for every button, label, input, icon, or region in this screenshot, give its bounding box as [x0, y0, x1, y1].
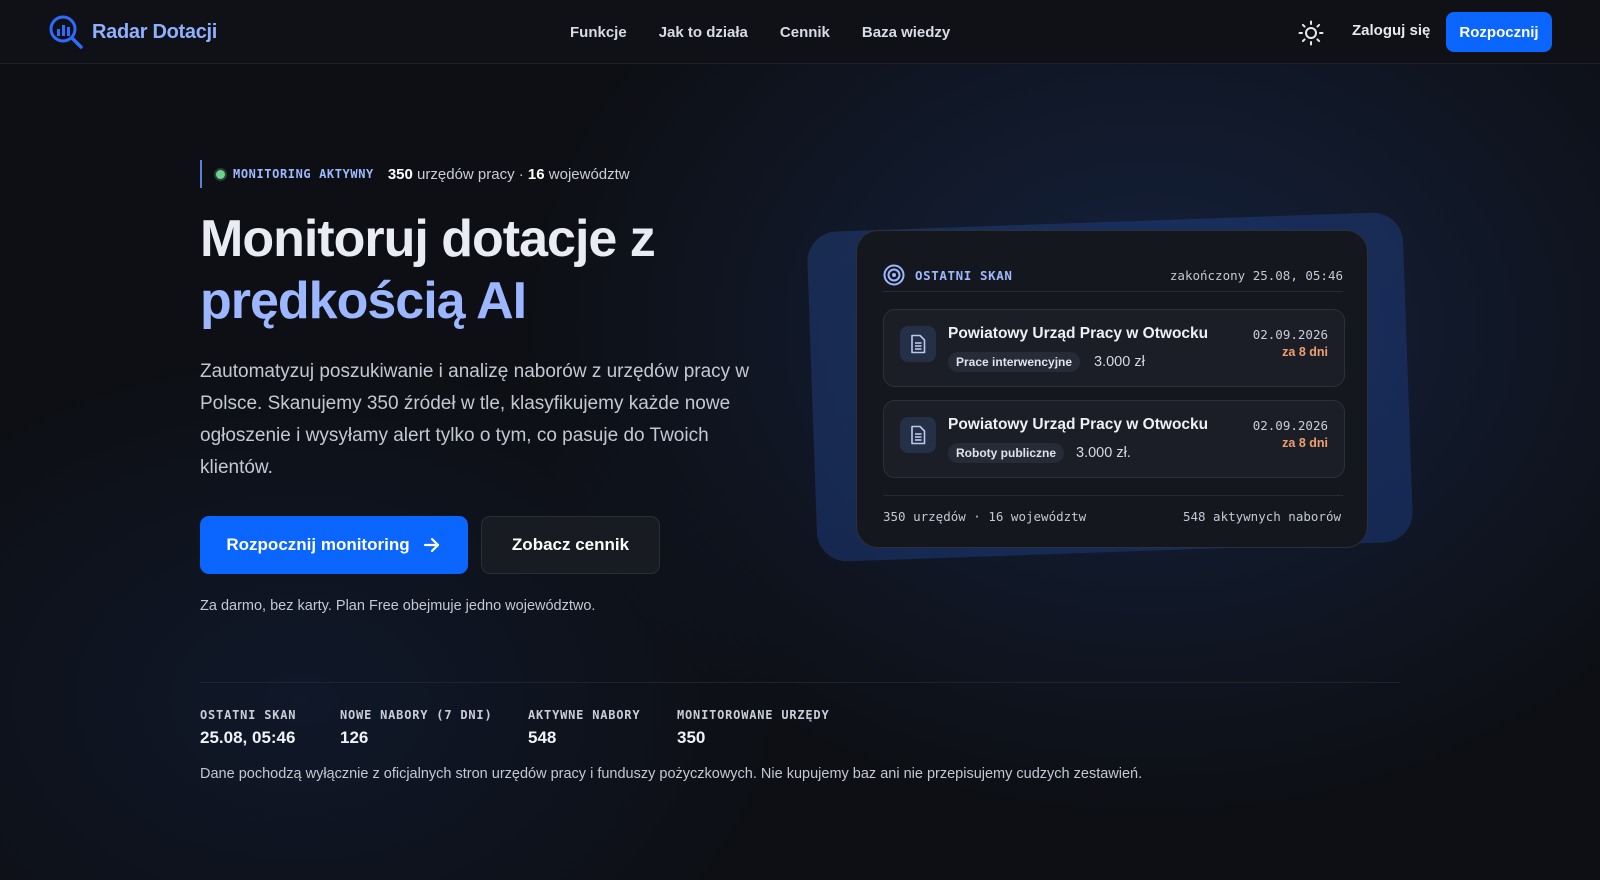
start-monitoring-button[interactable]: Rozpocznij monitoring [200, 516, 468, 574]
nav-link-baza-wiedzy[interactable]: Baza wiedzy [862, 24, 950, 41]
sun-icon[interactable] [1298, 20, 1324, 46]
document-icon [900, 417, 936, 453]
view-pricing-button[interactable]: Zobacz cennik [481, 516, 660, 574]
status-dot [216, 169, 225, 179]
stat-value: 25.08, 05:46 [200, 728, 296, 747]
nav-start-button[interactable]: Rozpocznij [1446, 12, 1552, 52]
deadline-date: 02.09.2026 [1252, 327, 1328, 342]
list-item[interactable]: Powiatowy Urząd Pracy w Otwocku Roboty p… [883, 400, 1345, 478]
active-calls-count: 548 aktywnych naborów [1182, 509, 1341, 524]
scan-completed-time: zakończony 25.08, 05:46 [1169, 267, 1343, 283]
stat-new-calls: NOWE NABORY (7 DNI) 126 [340, 708, 492, 748]
offices-text: urzędów pracy · [412, 165, 528, 183]
grant-amount: 3.000 zł. [1076, 445, 1131, 461]
main-menu: Funkcje Jak to działa Cennik Baza wiedzy [570, 0, 950, 64]
deadline-date: 02.09.2026 [1252, 418, 1328, 433]
program-tag: Prace interwencyjne [948, 352, 1081, 372]
coverage-summary: 350 urzędów · 16 województw [883, 509, 1087, 524]
office-name: Powiatowy Urząd Pracy w Otwocku [948, 325, 1209, 342]
program-tag: Roboty publiczne [948, 443, 1064, 463]
data-source-disclaimer: Dane pochodzą wyłącznie z oficjalnych st… [200, 766, 1143, 782]
grant-amount: 3.000 zł [1094, 354, 1145, 370]
stat-active-calls: AKTYWNE NABORY 548 [528, 708, 640, 748]
arrow-right-icon [423, 537, 439, 553]
stat-value: 350 [677, 728, 706, 747]
offices-count: 350 [387, 165, 413, 183]
stat-last-scan: OSTATNI SKAN 25.08, 05:46 [200, 708, 296, 748]
stat-monitored-offices: MONITOROWANE URZĘDY 350 [677, 708, 829, 748]
card-header: OSTATNI SKAN zakończony 25.08, 05:46 [883, 257, 1343, 293]
top-navbar: Radar Dotacji Funkcje Jak to działa Cenn… [0, 0, 1600, 64]
target-icon [883, 264, 905, 286]
divider [883, 291, 1343, 292]
office-name: Powiatowy Urząd Pracy w Otwocku [948, 416, 1209, 433]
days-remaining: za 8 dni [1282, 345, 1328, 359]
nav-link-funkcje[interactable]: Funkcje [570, 24, 627, 41]
days-remaining: za 8 dni [1282, 436, 1328, 450]
brand-name: Radar Dotacji [92, 20, 218, 43]
regions-count: 16 [527, 165, 545, 183]
start-monitoring-label: Rozpocznij monitoring [226, 535, 410, 554]
card-title: OSTATNI SKAN [915, 267, 1013, 283]
divider [883, 495, 1343, 496]
headline-line-2: prędkością AI [200, 272, 527, 330]
status-label: MONITORING AKTYWNY [233, 167, 374, 181]
stat-label: MONITOROWANE URZĘDY [677, 708, 830, 722]
nav-link-cennik[interactable]: Cennik [780, 24, 830, 41]
last-scan-card: OSTATNI SKAN zakończony 25.08, 05:46 Pow… [856, 230, 1368, 548]
nav-link-jak-to-dziala[interactable]: Jak to działa [659, 24, 748, 41]
divider [200, 682, 1400, 683]
headline-line-1: Monitoruj dotacje z [200, 210, 656, 268]
status-summary: 350 urzędów pracy · 16 województw [388, 166, 630, 183]
stat-value: 126 [340, 728, 369, 747]
stat-label: AKTYWNE NABORY [528, 708, 641, 722]
regions-text: województw [544, 165, 630, 183]
monitoring-status: MONITORING AKTYWNY 350 urzędów pracy · 1… [200, 160, 630, 188]
list-item[interactable]: Powiatowy Urząd Pracy w Otwocku Prace in… [883, 309, 1345, 387]
hero-description: Zautomatyzuj poszukiwanie i analizę nabo… [200, 361, 750, 478]
login-link[interactable]: Zaloguj się [1352, 22, 1430, 39]
stat-value: 548 [528, 728, 557, 747]
hero-headline: Monitoruj dotacje z prędkością AI [200, 208, 760, 332]
stat-label: NOWE NABORY (7 DNI) [340, 708, 493, 722]
radar-search-icon [49, 15, 83, 49]
document-icon [900, 326, 936, 362]
stat-label: OSTATNI SKAN [200, 708, 297, 722]
free-plan-note: Za darmo, bez karty. Plan Free obejmuje … [200, 598, 596, 614]
brand-logo[interactable]: Radar Dotacji [48, 14, 217, 50]
